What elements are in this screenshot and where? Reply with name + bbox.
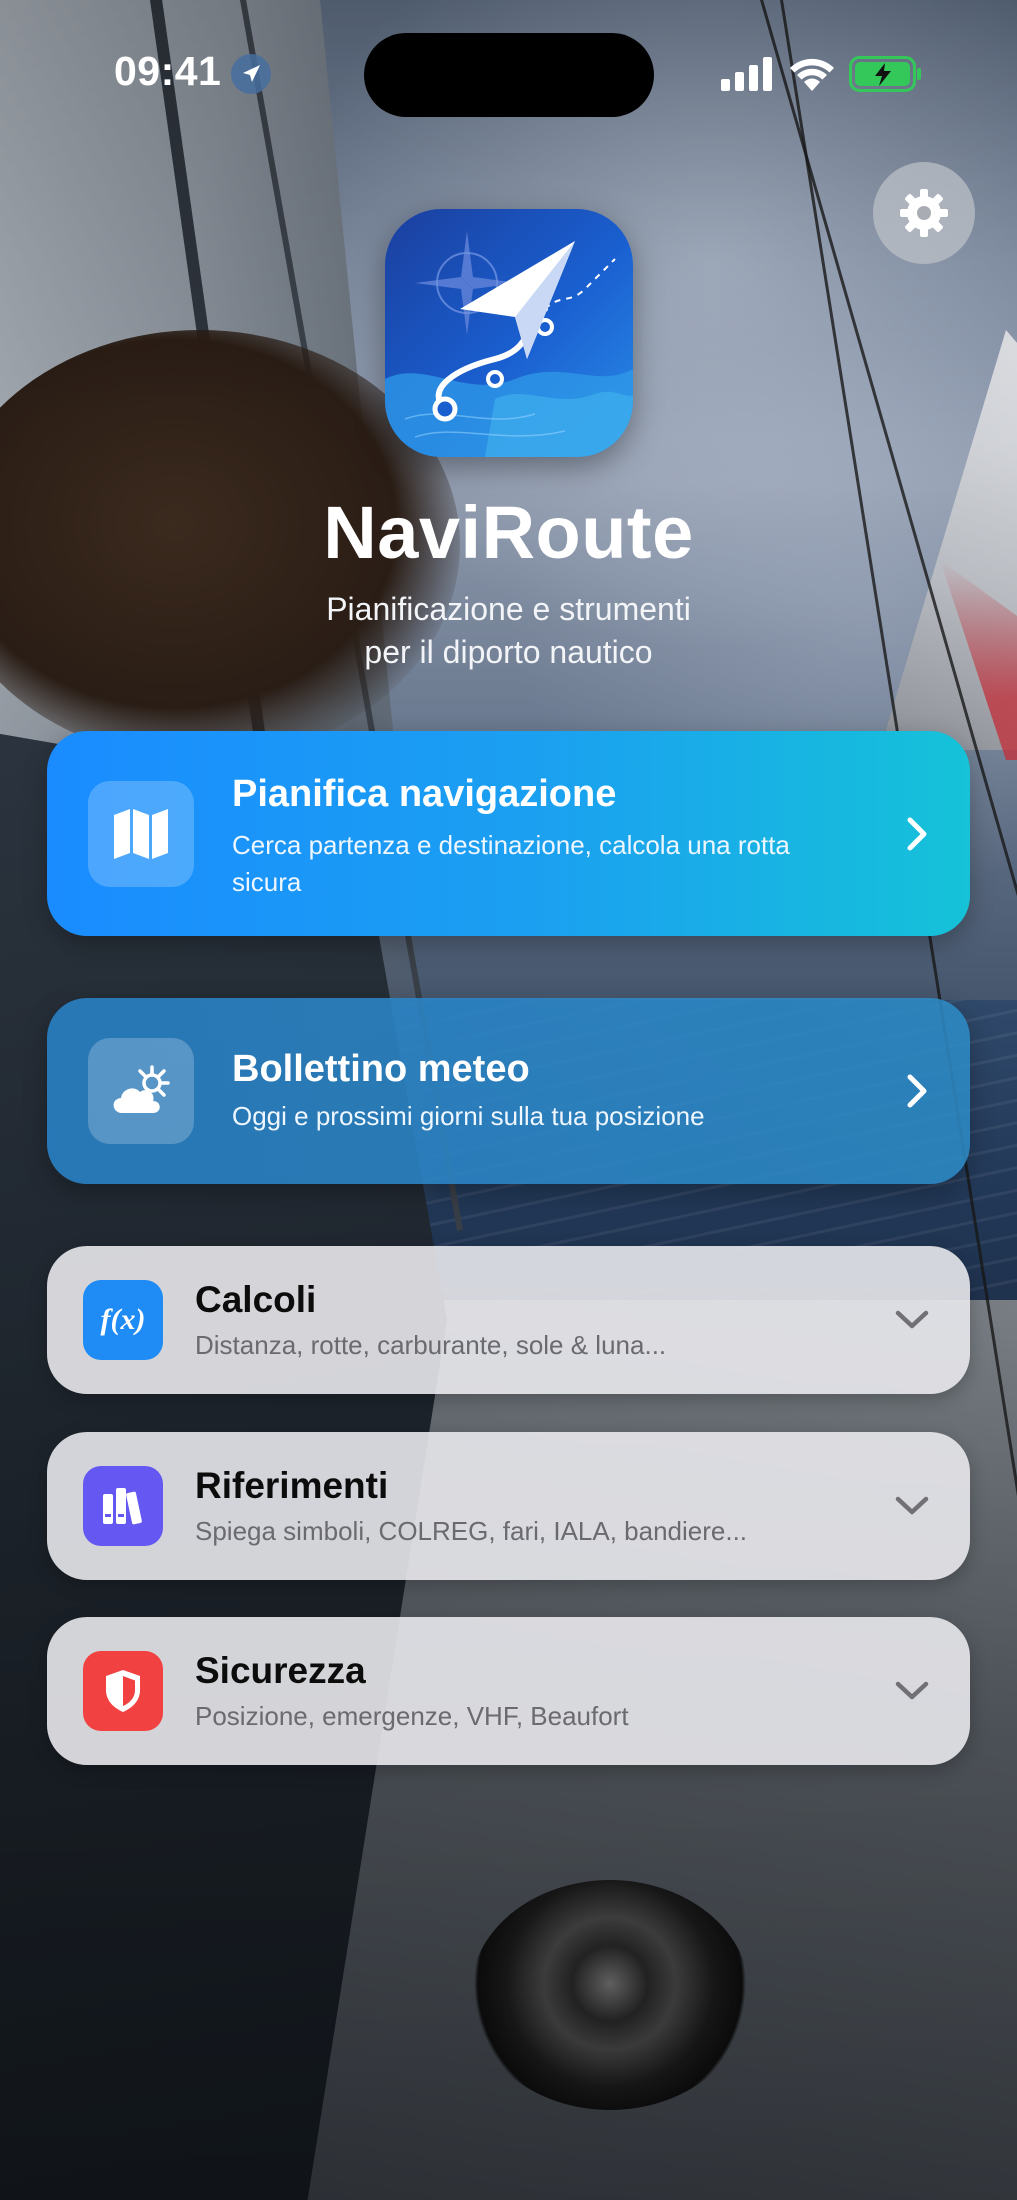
calculations-title: Calcoli [195,1279,317,1320]
subtitle-line-1: Pianificazione e strumenti [326,591,691,627]
calculations-description: Distanza, rotte, carburante, sole & luna… [195,1330,667,1360]
books-icon [83,1466,163,1546]
references-title: Riferimenti [195,1465,389,1506]
weather-bulletin-card[interactable]: Bollettino meteo Oggi e prossimi giorni … [47,998,970,1184]
compass-route-icon [385,209,633,457]
chevron-down-icon [895,1310,929,1329]
status-time: 09:41 [114,48,222,94]
safety-section[interactable]: Sicurezza Posizione, emergenze, VHF, Bea… [47,1617,970,1765]
settings-button[interactable] [873,162,975,264]
plan-navigation-card[interactable]: Pianifica navigazione Cerca partenza e d… [47,731,970,936]
status-bar: 09:41 [0,0,1017,150]
gear-icon [900,189,948,237]
references-description: Spiega simboli, COLREG, fari, IALA, band… [195,1516,748,1546]
safety-description: Posizione, emergenze, VHF, Beaufort [195,1701,629,1731]
battery-charging-icon [849,56,921,92]
wifi-icon [790,58,834,91]
location-arrow-icon [231,54,271,94]
plan-navigation-title: Pianifica navigazione [232,773,617,815]
references-section[interactable]: Riferimenti Spiega simboli, COLREG, fari… [47,1432,970,1580]
app-logo [385,209,633,457]
dynamic-island [364,33,654,117]
plan-navigation-description: Cerca partenza e destinazione, calcola u… [232,830,790,897]
cellular-signal-icon [721,57,772,91]
chevron-down-icon [895,1496,929,1515]
chevron-right-icon [907,1074,927,1108]
function-icon: f(x) [83,1280,163,1360]
weather-bulletin-description: Oggi e prossimi giorni sulla tua posizio… [232,1101,705,1131]
weather-bulletin-title: Bollettino meteo [232,1048,530,1090]
shield-icon [83,1651,163,1731]
function-glyph: f(x) [100,1303,146,1336]
map-icon [88,781,194,887]
safety-title: Sicurezza [195,1650,366,1691]
calculations-section[interactable]: f(x) Calcoli Distanza, rotte, carburante… [47,1246,970,1394]
app-title: NaviRoute [323,491,694,574]
chevron-right-icon [907,817,927,851]
subtitle-line-2: per il diporto nautico [364,634,653,670]
partly-cloudy-icon [88,1038,194,1144]
app-subtitle: Pianificazione e strumenti per il diport… [200,588,817,674]
chevron-down-icon [895,1681,929,1700]
